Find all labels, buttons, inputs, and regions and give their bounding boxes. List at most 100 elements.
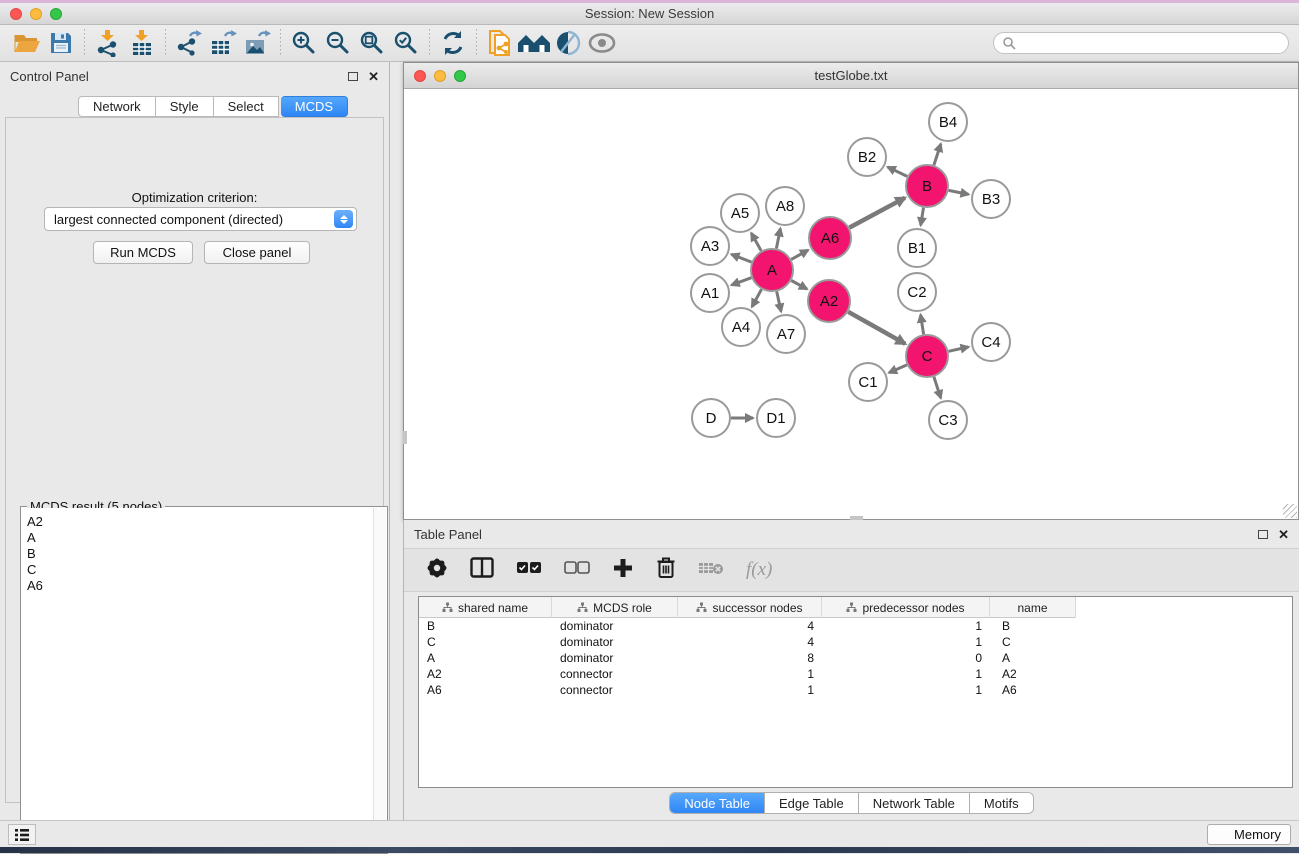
graphics-details-icon[interactable] (551, 28, 585, 58)
edge-B-B2[interactable] (888, 167, 908, 176)
graph-node-B1[interactable]: B1 (898, 229, 936, 267)
column-header-shared-name[interactable]: shared name (419, 597, 552, 618)
import-network-icon[interactable] (91, 28, 125, 58)
zoom-fit-icon[interactable] (355, 28, 389, 58)
edge-A-A1[interactable] (732, 278, 752, 285)
float-table-panel-icon[interactable] (1258, 530, 1268, 539)
tab-motifs[interactable]: Motifs (970, 793, 1033, 813)
graph-node-B4[interactable]: B4 (929, 103, 967, 141)
column-header-successor-nodes[interactable]: successor nodes (678, 597, 822, 618)
graph-node-C3[interactable]: C3 (929, 401, 967, 439)
zoom-out-icon[interactable] (321, 28, 355, 58)
graph-node-C1[interactable]: C1 (849, 363, 887, 401)
edge-B-B4[interactable] (934, 144, 941, 165)
graph-node-C4[interactable]: C4 (972, 323, 1010, 361)
cell-predecessor-nodes[interactable]: 1 (822, 618, 990, 634)
home-view-icon[interactable] (517, 28, 551, 58)
tab-node-table[interactable]: Node Table (670, 793, 765, 813)
tab-network-table[interactable]: Network Table (859, 793, 970, 813)
export-table-icon[interactable] (206, 28, 240, 58)
cell-successor-nodes[interactable]: 4 (678, 634, 822, 650)
cell-name[interactable]: A2 (990, 666, 1076, 682)
tab-edge-table[interactable]: Edge Table (765, 793, 859, 813)
edge-A-A7[interactable] (777, 292, 781, 312)
close-panel-button[interactable]: Close panel (204, 241, 310, 264)
graph-node-D[interactable]: D (692, 399, 730, 437)
edge-A-A6[interactable] (791, 250, 808, 259)
result-scrollbar[interactable] (373, 508, 386, 852)
graph-node-A7[interactable]: A7 (767, 315, 805, 353)
mcds-result-list[interactable]: A2ABCA6 (22, 508, 373, 852)
column-header-name[interactable]: name (990, 597, 1076, 618)
graph-node-D1[interactable]: D1 (757, 399, 795, 437)
delete-column-icon[interactable] (656, 556, 676, 584)
split-view-icon[interactable] (470, 557, 494, 583)
edge-A2-C[interactable] (848, 312, 905, 344)
edge-B-B1[interactable] (921, 208, 924, 226)
cell-successor-nodes[interactable]: 1 (678, 682, 822, 698)
cell-mcds-role[interactable]: dominator (552, 650, 678, 666)
tab-select[interactable]: Select (214, 96, 279, 117)
graph-node-C[interactable]: C (906, 335, 948, 377)
graph-node-A1[interactable]: A1 (691, 274, 729, 312)
deselect-all-icon[interactable] (564, 561, 590, 579)
cell-successor-nodes[interactable]: 1 (678, 666, 822, 682)
graph-node-C2[interactable]: C2 (898, 273, 936, 311)
tab-mcds[interactable]: MCDS (281, 96, 348, 117)
search-input[interactable] (1016, 36, 1280, 50)
cell-shared-name[interactable]: A2 (419, 666, 552, 682)
edge-A-A5[interactable] (751, 233, 761, 251)
edge-A-A4[interactable] (752, 289, 762, 307)
select-all-icon[interactable] (516, 561, 542, 579)
search-field[interactable] (993, 32, 1289, 54)
cell-shared-name[interactable]: A6 (419, 682, 552, 698)
zoom-in-icon[interactable] (287, 28, 321, 58)
cell-name[interactable]: A6 (990, 682, 1076, 698)
cell-predecessor-nodes[interactable]: 1 (822, 666, 990, 682)
cell-name[interactable]: A (990, 650, 1076, 666)
mcds-result-item[interactable]: B (27, 546, 373, 562)
table-row[interactable]: A2connector11A2 (419, 666, 1292, 682)
cell-mcds-role[interactable]: dominator (552, 634, 678, 650)
cell-mcds-role[interactable]: connector (552, 682, 678, 698)
edge-C-C4[interactable] (949, 347, 969, 351)
graph-node-A2[interactable]: A2 (808, 280, 850, 322)
graph-node-B[interactable]: B (906, 165, 948, 207)
resize-grip-icon[interactable] (1283, 504, 1297, 518)
graph-node-A5[interactable]: A5 (721, 194, 759, 232)
tab-network[interactable]: Network (78, 96, 156, 117)
add-column-icon[interactable] (612, 557, 634, 584)
edge-C-C1[interactable] (889, 365, 907, 373)
mcds-result-item[interactable]: A6 (27, 578, 373, 594)
function-builder-icon[interactable]: f(x) (746, 559, 772, 581)
cell-shared-name[interactable]: A (419, 650, 552, 666)
graph-node-B3[interactable]: B3 (972, 180, 1010, 218)
table-row[interactable]: Adominator80A (419, 650, 1292, 666)
graph-node-A6[interactable]: A6 (809, 217, 851, 259)
settings-gear-icon[interactable] (426, 557, 448, 584)
new-session-from-network-icon[interactable] (483, 28, 517, 58)
graph-node-A4[interactable]: A4 (722, 308, 760, 346)
birds-eye-view-icon[interactable] (585, 28, 619, 58)
run-mcds-button[interactable]: Run MCDS (93, 241, 193, 264)
delete-table-icon[interactable] (698, 560, 724, 581)
edge-A-A3[interactable] (731, 254, 751, 262)
edge-A-A2[interactable] (791, 281, 807, 290)
save-session-icon[interactable] (44, 28, 78, 58)
table-row[interactable]: Bdominator41B (419, 618, 1292, 634)
export-image-icon[interactable] (240, 28, 274, 58)
cell-name[interactable]: C (990, 634, 1076, 650)
tab-style[interactable]: Style (156, 96, 214, 117)
open-file-icon[interactable] (10, 28, 44, 58)
graph-node-B2[interactable]: B2 (848, 138, 886, 176)
table-row[interactable]: Cdominator41C (419, 634, 1292, 650)
graph-node-A[interactable]: A (751, 249, 793, 291)
mcds-result-item[interactable]: C (27, 562, 373, 578)
close-table-panel-icon[interactable]: ✕ (1278, 528, 1289, 541)
cell-shared-name[interactable]: C (419, 634, 552, 650)
edge-B-B3[interactable] (949, 190, 969, 194)
edge-A-A8[interactable] (776, 229, 780, 249)
mcds-result-item[interactable]: A (27, 530, 373, 546)
cell-predecessor-nodes[interactable]: 1 (822, 682, 990, 698)
criterion-dropdown[interactable]: largest connected component (directed) (44, 207, 357, 231)
